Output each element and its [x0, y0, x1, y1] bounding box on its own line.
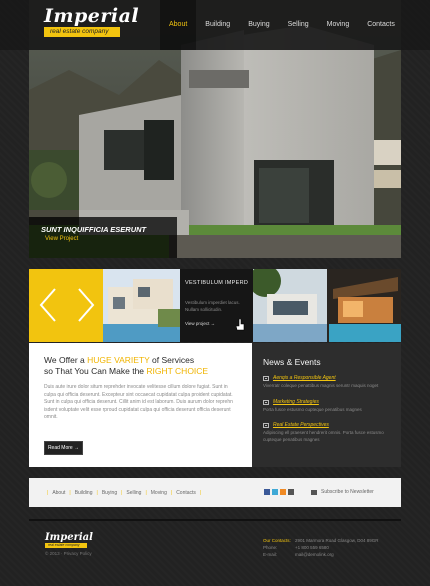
services-paragraph: Duis aute irure dolor situm reprehder in… [44, 384, 233, 398]
nav-moving[interactable]: Moving [318, 0, 359, 50]
view-project-link[interactable]: View Project [45, 236, 78, 242]
share-icon[interactable] [288, 489, 294, 495]
footer-nav-buying[interactable]: Buying [102, 490, 117, 496]
hero-caption-title: SUNT INQUIFFICIA ESERUNT [41, 225, 147, 234]
footer-contacts: Our Contacts: 2901 Marmora Road Glasgow, … [263, 537, 379, 558]
featured-view-project-link[interactable]: View project → [185, 321, 215, 326]
heading-highlight: RIGHT CHOICE [146, 366, 209, 376]
news-icon [263, 400, 269, 405]
news-events: News & Events Aenqis a Responsible Agent… [252, 343, 401, 467]
news-item-title[interactable]: Marketing Strategies [273, 399, 319, 405]
footer-nav-building[interactable]: Building [75, 490, 93, 496]
news-heading: News & Events [263, 357, 321, 367]
contacts-label: Our Contacts: [263, 538, 291, 543]
next-arrow-icon[interactable] [73, 287, 97, 323]
envelope-icon [311, 490, 317, 495]
services-paragraph: Sunt in culpa qui officia deserunt. Cill… [44, 399, 233, 420]
heading-text: of Services [149, 355, 195, 365]
main-nav: About Building Buying Selling Moving Con… [160, 0, 404, 50]
contact-phone: +1 800 559 6580 [295, 545, 329, 550]
rss-icon[interactable] [280, 489, 286, 495]
logo-tagline: real estate company [44, 27, 120, 37]
services-heading: We Offer a HUGE VARIETY of Services so T… [44, 355, 244, 377]
project-carousel: VESTIBULUM IMPERD Vestibulum imperdiet l… [29, 269, 401, 342]
hand-cursor-icon [236, 319, 245, 331]
heading-highlight: HUGE VARIETY [87, 355, 150, 365]
footer-divider [29, 519, 401, 521]
project-thumbnail-villa[interactable] [103, 269, 180, 342]
featured-project-text: Vestibulum imperdiet lacus. Nullam solli… [185, 300, 240, 312]
carousel-controls [29, 269, 103, 342]
prev-arrow-icon[interactable] [37, 287, 61, 323]
news-icon [263, 423, 269, 428]
footer-nav-moving[interactable]: Moving [151, 490, 167, 496]
phone-label: Phone: [263, 545, 278, 550]
footer-nav-contacts[interactable]: Contacts [176, 490, 196, 496]
footer-logo-title: Imperial [45, 532, 93, 543]
nav-selling[interactable]: Selling [279, 0, 318, 50]
read-more-button[interactable]: Read More → [44, 441, 83, 455]
footer-bar: | About | Building | Buying | Selling | Movin… [29, 478, 401, 507]
footer-logo[interactable]: Imperial real estate company [45, 532, 93, 548]
news-item-text: Viverratr coleque penattibus magnis seru… [263, 383, 379, 388]
nav-buying[interactable]: Buying [239, 0, 278, 50]
newsletter-link[interactable]: Subscribe to Newsletter [321, 489, 374, 495]
news-item-title[interactable]: Real Estate Perspectives [273, 422, 329, 428]
nav-building[interactable]: Building [196, 0, 239, 50]
news-icon [263, 376, 269, 381]
heading-text: We Offer a [44, 355, 88, 365]
news-item-text: Porta fusce estusmo cupteque penatibus m… [263, 407, 362, 412]
footer-nav-about[interactable]: About [52, 490, 65, 496]
footer-nav: | About | Building | Buying | Selling | Movin… [47, 489, 202, 496]
services-intro: We Offer a HUGE VARIETY of Services so T… [29, 343, 252, 467]
logo-title: Imperial [44, 5, 140, 27]
twitter-icon[interactable] [272, 489, 278, 495]
news-item-title[interactable]: Aenqis a Responsible Agent [273, 375, 336, 381]
featured-project-card: VESTIBULUM IMPERD Vestibulum imperdiet l… [180, 269, 253, 342]
nav-about[interactable]: About [160, 0, 197, 50]
project-thumbnail-modern-house[interactable] [253, 269, 401, 342]
featured-project-title: VESTIBULUM IMPERD [185, 280, 249, 286]
facebook-icon[interactable] [264, 489, 270, 495]
site-logo[interactable]: Imperial real estate company [44, 6, 139, 37]
footer-logo-tagline: real estate company [45, 543, 87, 548]
contact-email[interactable]: mail@demolink.org [295, 552, 334, 557]
hero-caption: SUNT INQUIFFICIA ESERUNT View Project [29, 217, 177, 258]
email-label: E-mail: [263, 552, 278, 557]
heading-text: so That You Can Make the [44, 366, 147, 376]
site-header: Imperial real estate company About Build… [0, 0, 430, 50]
copyright: © 2013 · Privacy Policy [45, 551, 92, 556]
services-text: Duis aute irure dolor situm reprehder in… [44, 384, 240, 422]
nav-contacts[interactable]: Contacts [358, 0, 404, 50]
news-item-text: Adipiscing ell praesent hendrerit omnis.… [263, 430, 384, 442]
footer-nav-selling[interactable]: Selling [126, 490, 141, 496]
contact-address: 2901 Marmora Road Glasgow, D04 89GR [295, 538, 379, 543]
